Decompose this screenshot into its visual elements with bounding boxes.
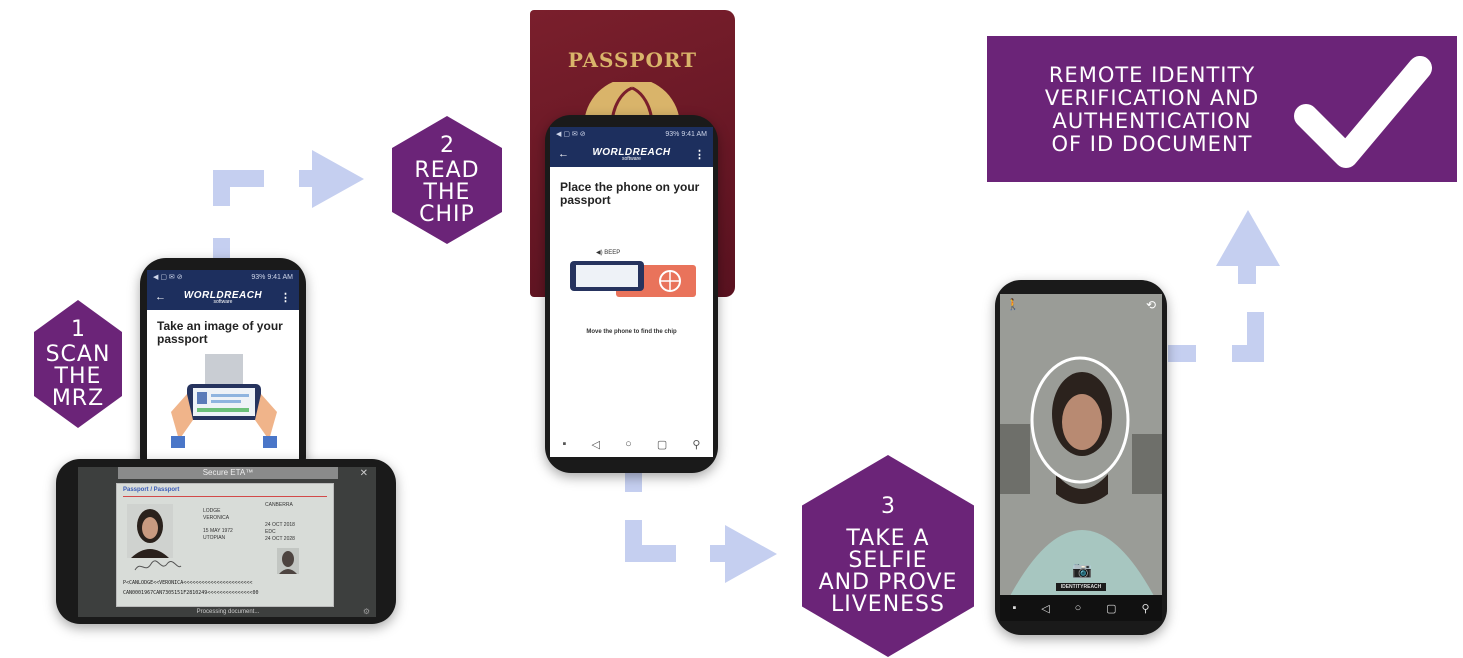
passport-ghost-photo xyxy=(277,548,299,574)
phone-2-title: Place the phone on your passport xyxy=(560,180,700,207)
passport-surname: LODGE xyxy=(203,508,221,514)
step-3-number: 3 xyxy=(881,494,895,519)
step-2-number: 2 xyxy=(440,132,454,158)
walking-person-icon: 🚶 xyxy=(1006,299,1020,311)
step-1-label-line-3: MRZ xyxy=(51,385,105,411)
menu-square-icon[interactable]: ▪ xyxy=(563,438,567,450)
result-line-3: AUTHENTICATION xyxy=(1052,109,1252,133)
phone-read-chip: ◀ ▢ ✉ ⊘ 93% 9:41 AM ← WORLDREACH softwar… xyxy=(545,115,718,473)
nav-back-icon[interactable]: ◁ xyxy=(592,438,600,451)
face-detection-oval xyxy=(1030,356,1130,484)
hands-holding-phone-illustration xyxy=(171,354,277,448)
phone-1-screen: ◀ ▢ ✉ ⊘ 93% 9:41 AM ← WORLDREACH softwar… xyxy=(147,270,299,480)
phone-1-title: Take an image of your passport xyxy=(157,319,283,346)
phone-2-status-text: 93% 9:41 AM xyxy=(665,130,707,138)
phone-2-screen: ◀ ▢ ✉ ⊘ 93% 9:41 AM ← WORLDREACH softwar… xyxy=(550,127,713,457)
phone-2-brand-logo: WORLDREACH software xyxy=(592,147,670,162)
step-2-label-line-2: THE xyxy=(423,179,471,205)
step-3-label-line-4: LIVENESS xyxy=(831,592,945,617)
phone-2-app-bar: ← WORLDREACH software ⋮ xyxy=(550,141,713,167)
nav-accessibility-icon[interactable]: ⚲ xyxy=(692,438,700,451)
phone-3-nav-bar: ▪ ◁ ○ ▢ ⚲ xyxy=(1000,595,1162,621)
passport-expiry-date: 24 OCT 2028 xyxy=(265,536,295,542)
sound-icon: ◀) xyxy=(596,250,603,256)
phone-3-screen: 🚶 ⟲ 📷 IDENTITYREACH ▪ ◁ ○ ▢ ⚲ xyxy=(1000,294,1162,621)
overflow-menu-icon[interactable]: ⋮ xyxy=(694,148,705,161)
passport-given-name: VERONICA xyxy=(203,515,230,521)
mrz-line-1: P<CANLODGE<<VERONICA<<<<<<<<<<<<<<<<<<<<… xyxy=(123,580,253,586)
phone-2-nav-bar: ▪ ◁ ○ ▢ ⚲ xyxy=(550,431,713,457)
processing-status: Processing document... xyxy=(196,609,260,615)
passport-cover-title: PASSPORT xyxy=(567,48,698,72)
phone-2-hint: Move the phone to find the chip xyxy=(586,329,677,335)
passport-page-label: Passport / Passport xyxy=(123,487,180,493)
phone-scan-instructions: ◀ ▢ ✉ ⊘ 93% 9:41 AM ← WORLDREACH softwar… xyxy=(140,258,306,483)
result-line-4: OF ID DOCUMENT xyxy=(1051,132,1253,156)
step-1-label-line-2: THE xyxy=(54,363,102,389)
switch-camera-icon[interactable]: ⟲ xyxy=(1146,298,1156,312)
phone-1-brand-logo: WORLDREACH software xyxy=(184,290,262,305)
nav-home-icon[interactable]: ○ xyxy=(1075,602,1082,614)
arrow-head-right-2 xyxy=(725,525,777,583)
step-2-hexagon: 2 READ THE CHIP xyxy=(392,116,502,244)
passport-signature xyxy=(134,560,182,571)
phone-1-status-icons: ◀ ▢ ✉ ⊘ xyxy=(153,274,183,281)
step-3-label-line-2: SELFIE xyxy=(848,548,928,573)
step-3-label-line-3: AND PROVE xyxy=(818,570,958,595)
phone-selfie: 🚶 ⟲ 📷 IDENTITYREACH ▪ ◁ ○ ▢ ⚲ xyxy=(995,280,1167,635)
passport-nationality: UTOPIAN xyxy=(203,535,226,541)
scanned-passport-page: Passport / Passport LODGE VERONICA 15 MA… xyxy=(116,483,334,607)
checkmark-icon xyxy=(1294,56,1432,168)
phone-1-status-bar: ◀ ▢ ✉ ⊘ 93% 9:41 AM xyxy=(147,270,299,284)
step-1-number: 1 xyxy=(71,316,85,342)
phone-2-status-icons: ◀ ▢ ✉ ⊘ xyxy=(556,131,586,138)
step-2-label-line-1: READ xyxy=(414,157,480,183)
result-line-1: REMOTE IDENTITY xyxy=(1048,63,1256,87)
phone-scanning-passport: Secure ETA™ ✕ Passport / Passport LODGE … xyxy=(56,459,396,624)
phone-2-status-bar: ◀ ▢ ✉ ⊘ 93% 9:41 AM xyxy=(550,127,713,141)
beep-text: BEEP xyxy=(604,250,621,256)
overflow-menu-icon[interactable]: ⋮ xyxy=(280,291,291,304)
phone-3-watermark: IDENTITYREACH xyxy=(1056,583,1106,591)
close-icon[interactable]: ✕ xyxy=(360,468,368,479)
scanner-screen: Secure ETA™ ✕ Passport / Passport LODGE … xyxy=(78,467,376,617)
beep-label: ◀) BEEP xyxy=(596,249,620,256)
nav-recents-icon[interactable]: ▢ xyxy=(1106,602,1116,615)
result-line-2: VERIFICATION AND xyxy=(1044,86,1260,110)
mrz-line-2: CAN0001967CAN7305151F2810249<<<<<<<<<<<<… xyxy=(123,590,259,596)
step-3-hexagon: 3 TAKE A SELFIE AND PROVE LIVENESS xyxy=(802,455,974,657)
passport-dob: 15 MAY 1972 xyxy=(203,528,233,534)
camera-shutter-icon[interactable]: 📷 xyxy=(1072,560,1092,580)
menu-square-icon[interactable]: ▪ xyxy=(1012,602,1016,614)
phone-on-passport-illustration xyxy=(570,261,696,297)
result-verified-box: REMOTE IDENTITY VERIFICATION AND AUTHENT… xyxy=(987,36,1457,182)
nav-recents-icon[interactable]: ▢ xyxy=(657,438,667,451)
arrow-head-up xyxy=(1216,210,1280,266)
passport-authority: EDC xyxy=(265,529,276,535)
nav-accessibility-icon[interactable]: ⚲ xyxy=(1141,602,1149,615)
nav-home-icon[interactable]: ○ xyxy=(625,438,632,450)
arrow-head-right-1 xyxy=(312,150,364,208)
passport-photo-portrait xyxy=(127,504,173,558)
phone-1-app-bar: ← WORLDREACH software ⋮ xyxy=(147,284,299,310)
back-arrow-icon[interactable]: ← xyxy=(155,291,166,303)
nav-back-icon[interactable]: ◁ xyxy=(1041,602,1049,615)
passport-place: CANBERRA xyxy=(265,502,293,508)
step-2-label-line-3: CHIP xyxy=(419,201,475,227)
back-arrow-icon[interactable]: ← xyxy=(558,148,569,160)
step-1-label-line-1: SCAN xyxy=(45,341,111,367)
phone-1-status-text: 93% 9:41 AM xyxy=(251,273,293,281)
result-text: REMOTE IDENTITY VERIFICATION AND AUTHENT… xyxy=(1007,64,1297,156)
scanner-header: Secure ETA™ xyxy=(118,467,338,479)
step-3-label-line-1: TAKE A xyxy=(846,526,930,551)
settings-gear-icon[interactable]: ⚙ xyxy=(363,607,370,616)
step-1-hexagon: 1 SCAN THE MRZ xyxy=(34,300,122,428)
passport-issue-date: 24 OCT 2018 xyxy=(265,522,295,528)
